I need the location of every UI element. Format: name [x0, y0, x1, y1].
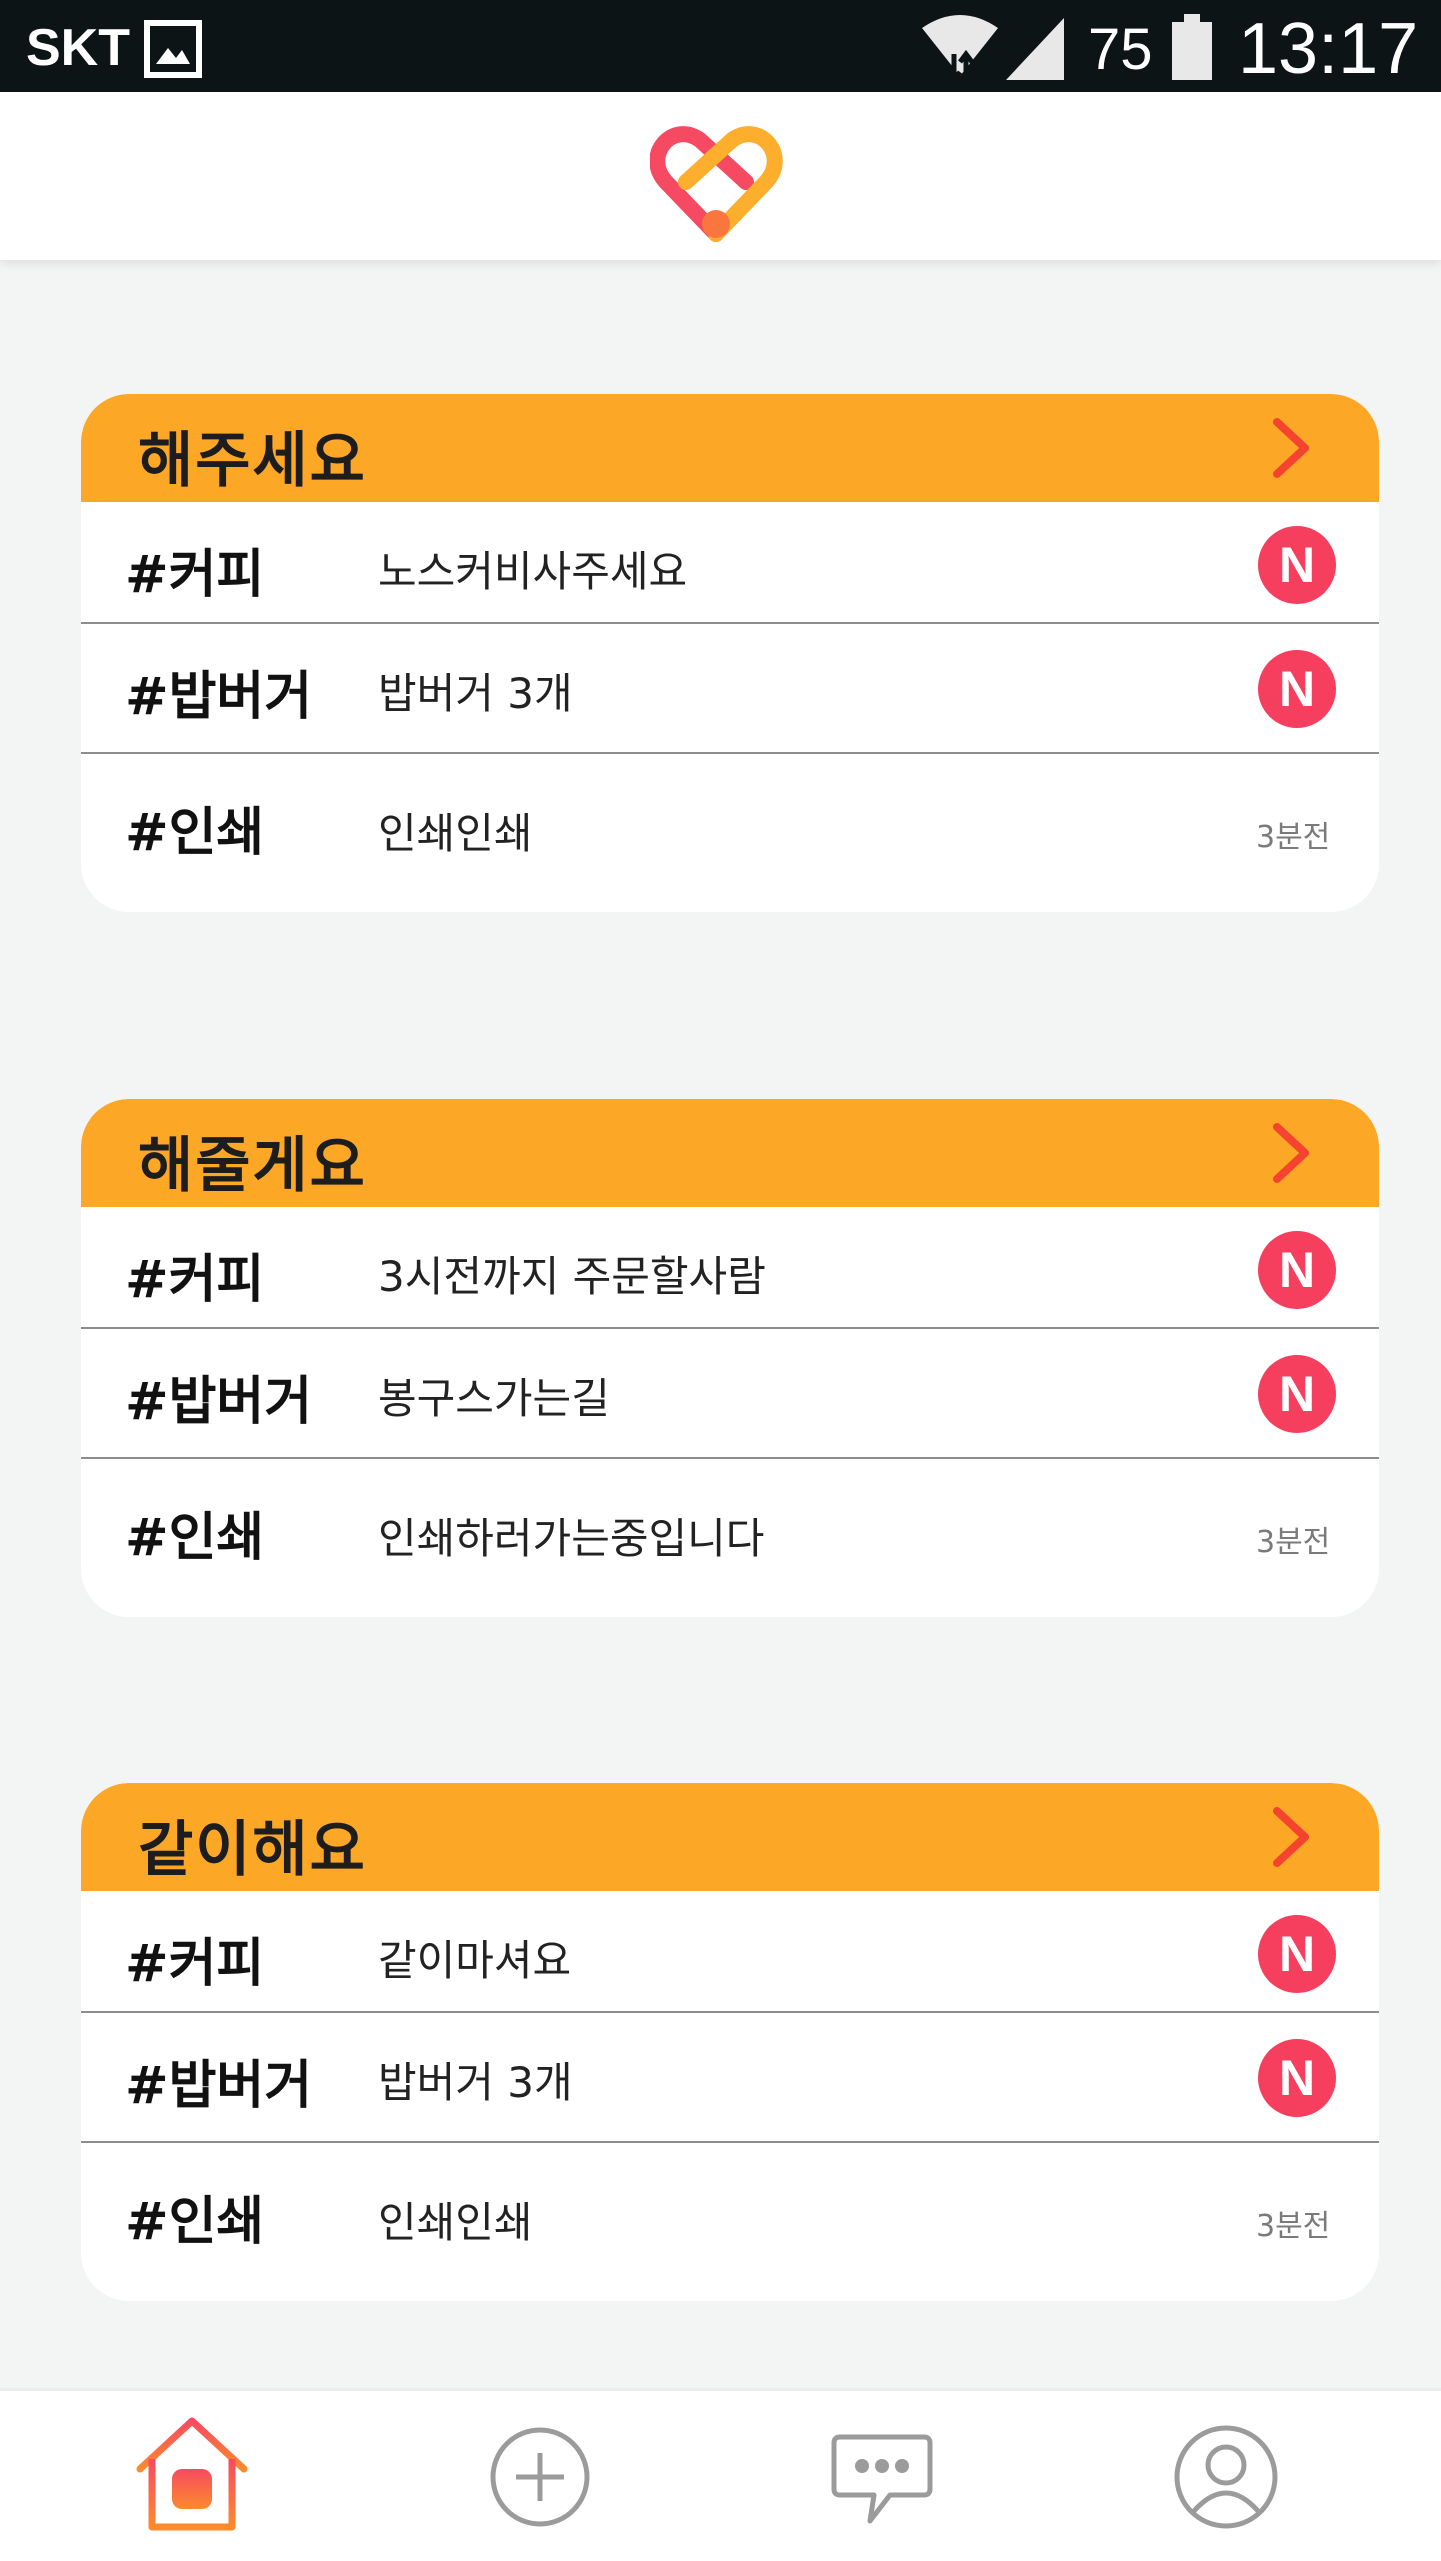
- item-tag: #밥버거: [125, 667, 313, 727]
- item-tag: #커피: [125, 545, 265, 605]
- battery-icon: [1170, 14, 1214, 87]
- item-message: 3시전까지 주문할사람: [378, 1252, 766, 1301]
- list-item[interactable]: #밥버거 밥버거 3개 N: [81, 624, 1379, 754]
- item-message: 인쇄인쇄: [378, 809, 533, 858]
- nav-profile-icon[interactable]: [1172, 2423, 1280, 2535]
- new-badge: N: [1258, 2039, 1336, 2117]
- item-timestamp: 3분전: [1256, 820, 1331, 855]
- new-badge: N: [1258, 1355, 1336, 1433]
- list-item[interactable]: #밥버거 밥버거 3개 N: [81, 2013, 1379, 2143]
- battery-level: 75: [1088, 17, 1153, 82]
- section-card: 해줄게요 #커피 3시전까지 주문할사람 N #밥버거 봉구스가는길 N #인쇄 인쇄하러가는중…: [81, 1099, 1379, 1617]
- item-tag: #커피: [125, 1934, 265, 1994]
- item-tag: #커피: [125, 1250, 265, 1310]
- new-badge: N: [1258, 1915, 1336, 1993]
- wifi-icon: [920, 14, 1000, 87]
- list-item[interactable]: #커피 노스커비사주세요 N: [81, 502, 1379, 624]
- status-bar: SKT 75 13:17: [0, 0, 1441, 92]
- chevron-right-icon[interactable]: [1269, 416, 1313, 484]
- item-message: 밥버거 3개: [378, 669, 573, 718]
- signal-icon: [1004, 16, 1066, 87]
- section-title: 해주세요: [138, 426, 367, 496]
- section-title: 해줄게요: [138, 1131, 367, 1201]
- chevron-right-icon[interactable]: [1269, 1805, 1313, 1873]
- item-message: 밥버거 3개: [378, 2058, 573, 2107]
- item-tag: #밥버거: [125, 2056, 313, 2116]
- item-tag: #인쇄: [125, 2192, 265, 2252]
- item-message: 같이마셔요: [378, 1936, 572, 1985]
- item-message: 인쇄인쇄: [378, 2198, 533, 2247]
- item-tag: #밥버거: [125, 1372, 313, 1432]
- nav-add-circle-icon[interactable]: [488, 2425, 592, 2533]
- gallery-icon: [144, 20, 202, 83]
- section-header[interactable]: 같이해요: [81, 1783, 1379, 1891]
- app-header: [0, 92, 1441, 260]
- list-item[interactable]: #밥버거 봉구스가는길 N: [81, 1329, 1379, 1459]
- nav-chat-bubble-icon[interactable]: [830, 2433, 934, 2533]
- list-item[interactable]: #인쇄 인쇄하러가는중입니다 3분전: [81, 1459, 1379, 1617]
- list-item[interactable]: #커피 3시전까지 주문할사람 N: [81, 1207, 1379, 1329]
- new-badge: N: [1258, 1231, 1336, 1309]
- item-timestamp: 3분전: [1256, 2209, 1331, 2244]
- bottom-nav: [0, 2388, 1441, 2561]
- list-item[interactable]: #커피 같이마셔요 N: [81, 1891, 1379, 2013]
- list-item[interactable]: #인쇄 인쇄인쇄 3분전: [81, 2143, 1379, 2301]
- chevron-right-icon[interactable]: [1269, 1121, 1313, 1189]
- new-badge: N: [1258, 650, 1336, 728]
- heart-handshake-logo-icon[interactable]: [649, 112, 784, 250]
- section-card: 같이해요 #커피 같이마셔요 N #밥버거 밥버거 3개 N #인쇄 인쇄인쇄 3분전: [81, 1783, 1379, 2301]
- item-tag: #인쇄: [125, 1508, 265, 1568]
- nav-home-icon[interactable]: [132, 2415, 252, 2539]
- section-title: 같이해요: [138, 1815, 367, 1885]
- clock: 13:17: [1238, 9, 1419, 89]
- item-message: 노스커비사주세요: [378, 547, 688, 596]
- item-message: 인쇄하러가는중입니다: [378, 1514, 765, 1563]
- section-header[interactable]: 해주세요: [81, 394, 1379, 502]
- item-tag: #인쇄: [125, 803, 265, 863]
- section-header[interactable]: 해줄게요: [81, 1099, 1379, 1207]
- section-card: 해주세요 #커피 노스커비사주세요 N #밥버거 밥버거 3개 N #인쇄 인쇄인쇄 3분전: [81, 394, 1379, 912]
- item-message: 봉구스가는길: [378, 1374, 610, 1423]
- new-badge: N: [1258, 526, 1336, 604]
- carrier-label: SKT: [26, 19, 130, 77]
- item-timestamp: 3분전: [1256, 1525, 1331, 1560]
- list-item[interactable]: #인쇄 인쇄인쇄 3분전: [81, 754, 1379, 912]
